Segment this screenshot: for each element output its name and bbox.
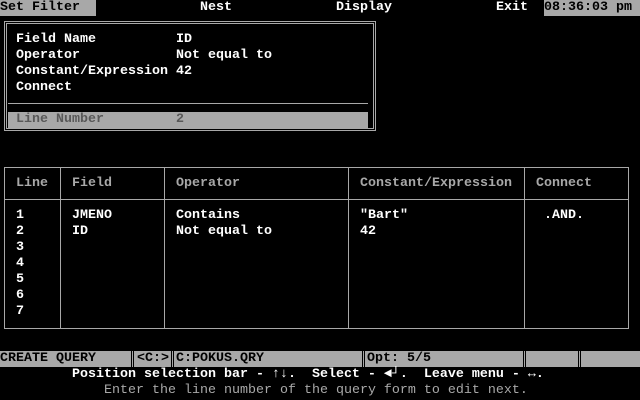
constant-value[interactable]: 42 (176, 64, 192, 80)
message-line: Enter the line number of the query form … (104, 383, 528, 398)
header-constant: Constant/Expression (360, 176, 512, 191)
row-line[interactable]: 7 (16, 304, 24, 320)
row-field[interactable]: ID (72, 224, 88, 240)
navigation-help: Position selection bar - ↑↓. Select - ◄┘… (72, 367, 544, 382)
row-operator[interactable]: Contains (176, 208, 240, 224)
operator-label: Operator (16, 48, 80, 63)
row-constant[interactable]: "Bart" (360, 208, 408, 224)
header-operator: Operator (176, 176, 240, 191)
col-divider (524, 167, 525, 328)
col-divider (348, 167, 349, 328)
menu-set-filter[interactable]: Set Filter (0, 0, 96, 16)
row-line[interactable]: 3 (16, 240, 24, 256)
col-divider (60, 167, 61, 328)
connect-label: Connect (16, 80, 72, 95)
menu-nest[interactable]: Nest (200, 0, 232, 16)
status-mode: CREATE QUERY (0, 351, 96, 367)
status-divider (171, 351, 174, 367)
status-divider (578, 351, 581, 367)
field-name-label: Field Name (16, 32, 96, 47)
status-divider (523, 351, 526, 367)
header-line: Line (16, 176, 48, 191)
header-connect: Connect (536, 176, 592, 191)
menu-exit[interactable]: Exit (496, 0, 528, 16)
field-name-value[interactable]: ID (176, 32, 192, 48)
row-line[interactable]: 6 (16, 288, 24, 304)
line-number-value[interactable]: 2 (176, 112, 184, 128)
row-field[interactable]: JMENO (72, 208, 112, 224)
constant-label: Constant/Expression (16, 64, 168, 79)
status-drive: <C:> (137, 351, 169, 367)
header-field: Field (72, 176, 112, 191)
row-constant[interactable]: 42 (360, 224, 376, 240)
operator-value[interactable]: Not equal to (176, 48, 272, 64)
line-number-label: Line Number (16, 112, 104, 127)
status-divider (131, 351, 134, 367)
clock: 08:36:03 pm (544, 0, 640, 16)
header-divider (4, 199, 628, 200)
row-line[interactable]: 2 (16, 224, 24, 240)
menu-display[interactable]: Display (336, 0, 392, 16)
status-divider (362, 351, 365, 367)
status-file: C:POKUS.QRY (176, 351, 264, 367)
status-bar (0, 351, 640, 367)
row-line[interactable]: 5 (16, 272, 24, 288)
row-line[interactable]: 1 (16, 208, 24, 224)
col-divider (164, 167, 165, 328)
row-operator[interactable]: Not equal to (176, 224, 272, 240)
status-opt: Opt: 5/5 (367, 351, 431, 367)
row-connect[interactable]: .AND. (544, 208, 584, 224)
divider (8, 103, 368, 104)
row-line[interactable]: 4 (16, 256, 24, 272)
